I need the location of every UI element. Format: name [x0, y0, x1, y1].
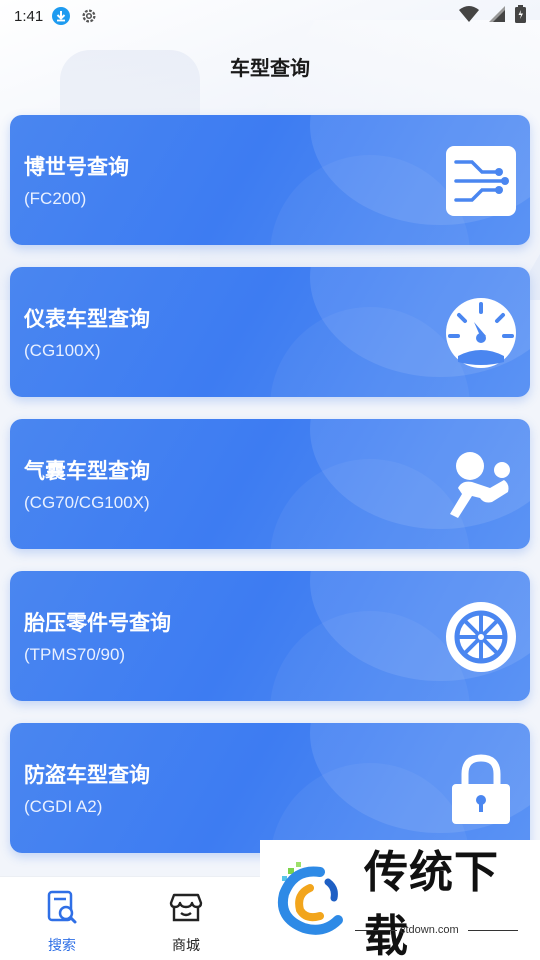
tab-search[interactable]: 搜索	[0, 877, 124, 960]
watermark-text: 传统下载	[364, 847, 499, 960]
card-subtitle: (CGDI A2)	[24, 797, 103, 816]
card-title: 胎压零件号查询	[24, 611, 171, 635]
battery-icon	[515, 5, 526, 27]
search-doc-icon	[44, 889, 80, 929]
gauge-icon	[444, 296, 518, 370]
card-list: 博世号查询 (FC200) 仪表车型查询 (CG100X) 气囊车型查询 (CG…	[10, 115, 530, 875]
page-title: 车型查询	[230, 56, 310, 80]
settings-gear-icon	[79, 6, 99, 26]
card-immobilizer-model[interactable]: 防盗车型查询 (CGDI A2)	[10, 723, 530, 853]
card-subtitle: (CG70/CG100X)	[24, 493, 150, 512]
card-subtitle: (FC200)	[24, 189, 87, 208]
signal-icon	[489, 6, 505, 26]
card-title: 气囊车型查询	[24, 459, 150, 483]
tab-label-search: 搜索	[48, 938, 76, 954]
card-subtitle: (TPMS70/90)	[24, 645, 126, 664]
status-bar: 1:41	[0, 0, 540, 32]
store-icon	[168, 889, 204, 929]
watermark-rule-left	[355, 930, 397, 931]
card-airbag-model[interactable]: 气囊车型查询 (CG70/CG100X)	[10, 419, 530, 549]
airbag-icon	[444, 448, 518, 522]
watermark-logo-icon	[270, 858, 350, 942]
card-bosch-number[interactable]: 博世号查询 (FC200)	[10, 115, 530, 245]
card-title: 博世号查询	[24, 155, 129, 179]
watermark-url: ctdown.com	[400, 924, 459, 936]
tire-icon	[444, 600, 518, 674]
circuit-icon	[444, 144, 518, 218]
card-title: 仪表车型查询	[24, 307, 150, 331]
lock-icon	[444, 752, 518, 826]
card-title: 防盗车型查询	[24, 763, 150, 787]
tab-store[interactable]: 商城	[124, 877, 248, 960]
wifi-icon	[459, 6, 479, 26]
watermark: 传统下载 ctdown.com	[260, 840, 540, 960]
download-icon	[51, 6, 71, 26]
status-time: 1:41	[14, 7, 44, 25]
card-tpms-part-number[interactable]: 胎压零件号查询 (TPMS70/90)	[10, 571, 530, 701]
card-dashboard-model[interactable]: 仪表车型查询 (CG100X)	[10, 267, 530, 397]
tab-label-store: 商城	[172, 938, 200, 954]
card-subtitle: (CG100X)	[24, 341, 101, 360]
watermark-rule-right	[468, 930, 518, 931]
